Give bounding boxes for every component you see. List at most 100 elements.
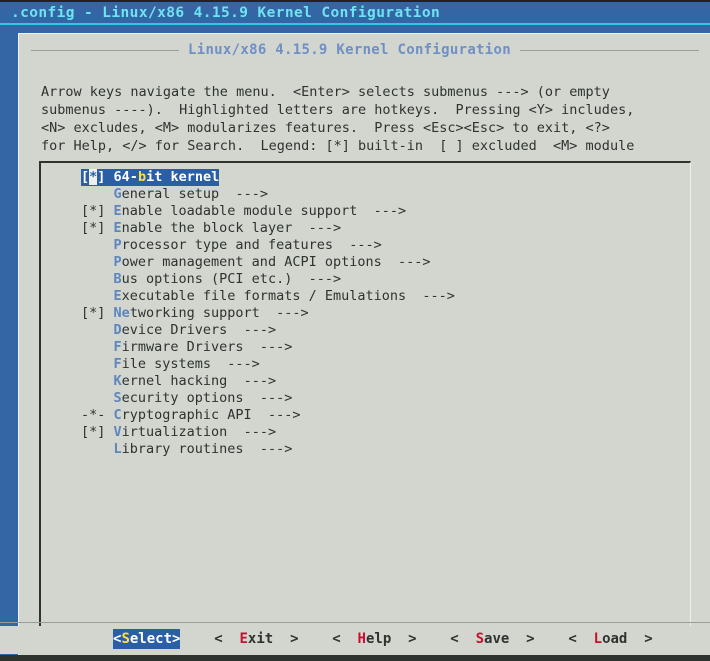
menu-item-hotkey: D [113, 322, 122, 338]
menu-item-mark[interactable] [81, 186, 114, 203]
button-hotkey: H [357, 631, 366, 647]
menu-item-selection: [*] 64-bit kernel [81, 169, 220, 186]
menu-item-label: xecutable file formats / Emulations [121, 288, 407, 304]
button-bracket-close: > [273, 631, 299, 647]
button-hotkey: S [121, 631, 130, 647]
menu-item-hotkey: E [113, 203, 122, 219]
menu-item-mark[interactable] [81, 356, 114, 373]
menu-item-mark[interactable] [81, 322, 114, 339]
menu-item[interactable]: Library routines ---> [81, 441, 455, 458]
menu-item[interactable]: Executable file formats / Emulations ---… [81, 288, 455, 305]
button-bracket-close: > [172, 631, 181, 647]
menu-item[interactable]: Power management and ACPI options ---> [81, 254, 455, 271]
menu-list[interactable]: [*] 64-bit kernel General setup ---> [*] … [81, 169, 455, 458]
window-bottom-edge [0, 655, 710, 661]
submenu-arrow: ---> [243, 441, 293, 457]
menu-item-mark[interactable]: [*] [81, 305, 114, 322]
submenu-arrow: ---> [259, 305, 309, 321]
button-label: ave [484, 631, 510, 647]
menu-item[interactable]: [*] Enable loadable module support ---> [81, 203, 455, 220]
menu-item-label: tworking support [129, 305, 260, 321]
dialog-title-rule-right [519, 49, 699, 51]
submenu-arrow: ---> [243, 339, 293, 355]
menu-item[interactable]: [*] Enable the block layer ---> [81, 220, 455, 237]
submenu-arrow: ---> [211, 356, 260, 372]
window-title-bar: .config - Linux/x86 4.15.9 Kernel Config… [0, 0, 710, 25]
submenu-arrow: ---> [406, 288, 455, 304]
menu-item-label: ibrary routines [121, 441, 244, 457]
menu-item-mark[interactable] [81, 441, 114, 458]
menu-item[interactable]: [*] 64-bit kernel [81, 169, 455, 186]
menu-item[interactable]: Processor type and features ---> [81, 237, 455, 254]
menu-item[interactable]: [*] Virtualization ---> [81, 424, 455, 441]
menu-item[interactable]: General setup ---> [81, 186, 455, 203]
menu-item[interactable]: Bus options (PCI etc.) ---> [81, 271, 455, 288]
menu-item-mark[interactable] [81, 390, 114, 407]
menu-item-mark[interactable] [81, 339, 114, 356]
menu-item[interactable]: Firmware Drivers ---> [81, 339, 455, 356]
dialog-title-text: Linux/x86 4.15.9 Kernel Configuration [188, 41, 511, 58]
button-bracket-close: > [509, 631, 535, 647]
menu-item-label: ecurity options [121, 390, 244, 406]
action-button[interactable]: < Save > [450, 629, 534, 649]
action-button[interactable]: <Select> [113, 629, 181, 649]
menu-item-hotkey: b [137, 169, 147, 185]
menu-item-mark[interactable] [81, 373, 114, 390]
menu-item[interactable]: File systems ---> [81, 356, 455, 373]
button-hotkey: S [475, 631, 485, 647]
action-button[interactable]: < Help > [332, 629, 416, 649]
menu-item-mark[interactable]: [*] [81, 220, 114, 237]
menu-item-mark[interactable] [81, 254, 114, 271]
menu-item-hotkey: C [113, 407, 122, 423]
menu-item-hotkey: E [113, 220, 122, 236]
menu-item-mark[interactable]: [*] [81, 424, 114, 441]
button-label: elp [365, 631, 392, 647]
menu-item[interactable]: -*- Cryptographic API ---> [81, 407, 455, 424]
menu-item-mark[interactable] [81, 237, 114, 254]
button-bar-separator [0, 622, 710, 623]
button-bracket-open: < [332, 631, 358, 647]
menu-item[interactable]: Security options ---> [81, 390, 455, 407]
action-button[interactable]: < Load > [568, 629, 652, 649]
menu-item[interactable]: Kernel hacking ---> [81, 373, 455, 390]
submenu-arrow: ---> [292, 271, 342, 287]
button-bracket-close: > [627, 631, 653, 647]
menu-item-label: it kernel [146, 169, 220, 185]
menu-item-mark[interactable] [81, 271, 114, 288]
menu-item[interactable]: [*] Networking support ---> [81, 305, 455, 322]
submenu-arrow: ---> [227, 424, 277, 440]
menu-item-hotkey: V [113, 424, 122, 440]
submenu-arrow: ---> [251, 407, 301, 423]
menu-item-label: ower management and ACPI options [121, 254, 382, 270]
button-bracket-open: < [214, 631, 240, 647]
menu-item-hotkey: L [113, 441, 122, 457]
button-spacer [417, 629, 451, 649]
menu-item-label: ile systems [121, 356, 212, 372]
action-button[interactable]: < Exit > [214, 629, 298, 649]
submenu-arrow: ---> [219, 186, 268, 202]
menu-item-hotkey: F [113, 339, 122, 355]
button-bracket-open: < [568, 631, 594, 647]
button-bracket-close: > [391, 631, 417, 647]
help-line: submenus ----). Highlighted letters are … [41, 102, 635, 118]
button-bar-inner: <Select> < Exit > < Help > < Save > < Lo… [113, 629, 653, 649]
menu-item-mark[interactable]: [*] [81, 169, 114, 185]
button-label: oad [602, 631, 628, 647]
submenu-arrow: ---> [357, 203, 407, 219]
menu-item-hotkey: G [113, 186, 122, 202]
menu-item-mark[interactable]: -*- [81, 407, 114, 424]
menu-box[interactable]: [*] 64-bit kernel General setup ---> [*] … [39, 161, 691, 639]
menu-item-label: rocessor type and features [121, 237, 333, 253]
menu-item-mark[interactable] [81, 288, 114, 305]
menu-item-label: eneral setup [121, 186, 220, 202]
menu-item-hotkey: E [113, 288, 122, 304]
menu-item-label: irtualization [121, 424, 228, 440]
submenu-arrow: ---> [381, 254, 431, 270]
menu-item[interactable]: Device Drivers ---> [81, 322, 455, 339]
help-text: Arrow keys navigate the menu. <Enter> se… [41, 83, 710, 155]
menu-item-label: nable loadable module support [121, 203, 358, 219]
menu-item-hotkey: P [113, 254, 122, 270]
submenu-arrow: ---> [227, 322, 277, 338]
menu-item-mark[interactable]: [*] [81, 203, 114, 220]
dialog-title-bar: Linux/x86 4.15.9 Kernel Configuration [19, 41, 710, 59]
